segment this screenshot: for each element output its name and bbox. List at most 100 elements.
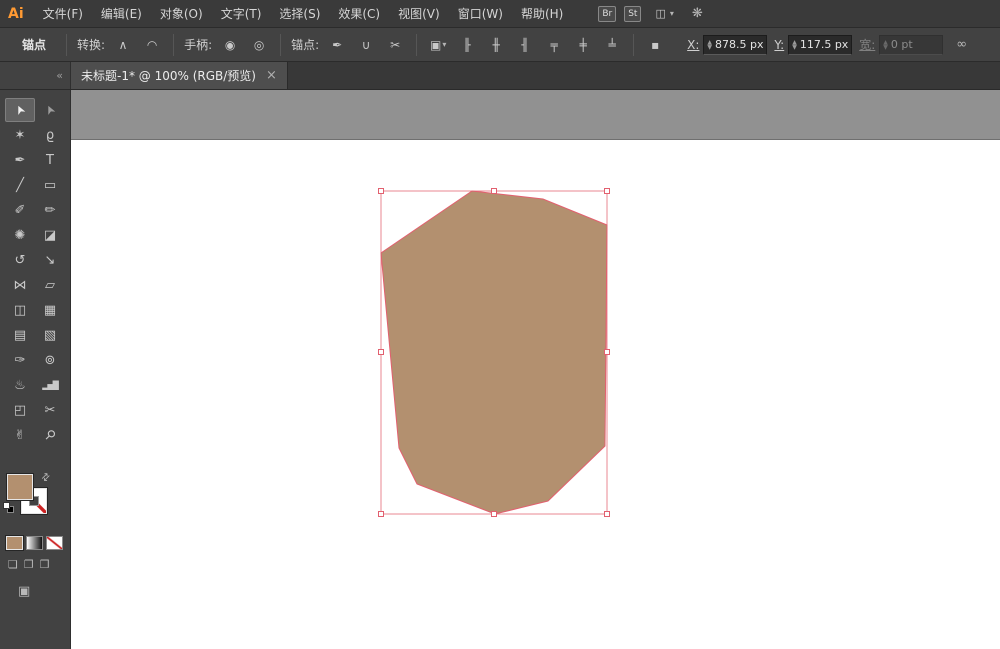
tool-direct-selection[interactable]: ➤	[35, 98, 65, 122]
convert-to-corner-button[interactable]: ∧	[112, 35, 134, 55]
tool-blob-brush[interactable]: ✺	[5, 223, 35, 247]
align-v-center-button[interactable]: ╪	[572, 35, 594, 55]
style-button[interactable]: St	[624, 5, 642, 22]
tool-shape-builder[interactable]: ◫	[5, 298, 35, 322]
tool-mesh[interactable]: ▤	[5, 323, 35, 347]
gradient-mode-button[interactable]	[26, 536, 43, 550]
align-right-button[interactable]: ╢	[514, 35, 536, 55]
close-icon[interactable]: ×	[266, 68, 277, 83]
tool-gradient[interactable]: ▧	[35, 323, 65, 347]
tool-zoom[interactable]: ⚲	[35, 423, 65, 447]
menu-effect[interactable]: 效果(C)	[329, 0, 389, 28]
align-bottom-button[interactable]: ╧	[601, 35, 623, 55]
menu-bar: Ai 文件(F) 编辑(E) 对象(O) 文字(T) 选择(S) 效果(C) 视…	[0, 0, 1000, 28]
stepper-icon[interactable]: ▲ ▼	[792, 39, 797, 50]
illustrator-window: Ai 文件(F) 编辑(E) 对象(O) 文字(T) 选择(S) 效果(C) 视…	[0, 0, 1000, 649]
stepper-icon[interactable]: ▲ ▼	[707, 39, 712, 50]
separator	[633, 33, 635, 56]
menu-window[interactable]: 窗口(W)	[449, 0, 512, 28]
tool-slice[interactable]: ✂	[35, 398, 65, 422]
convert-label: 转换:	[77, 38, 106, 52]
double-chevron-icon: «	[56, 69, 63, 82]
column-graph-tool-icon: ▂▅█	[42, 380, 59, 390]
tool-hand[interactable]: ✌	[5, 423, 35, 447]
tool-scale[interactable]: ↘	[35, 248, 65, 272]
link-dimensions-icon[interactable]: ∞	[956, 37, 967, 52]
stepper-icon: ▲ ▼	[883, 38, 888, 51]
menu-view[interactable]: 视图(V)	[389, 0, 449, 28]
color-mode-button[interactable]	[6, 536, 23, 550]
toolbar-collapse-button[interactable]: «	[0, 62, 71, 89]
anchors-label: 锚点:	[291, 38, 320, 52]
reference-point-icon[interactable]: ▪	[644, 35, 666, 55]
arrange-documents-button[interactable]: ◫ ▾	[655, 7, 673, 20]
menu-type[interactable]: 文字(T)	[212, 0, 271, 28]
menu-file[interactable]: 文件(F)	[34, 0, 92, 28]
canvas-area[interactable]	[71, 90, 1000, 649]
tool-artboard[interactable]: ◰	[5, 398, 35, 422]
tool-blend[interactable]: ⊚	[35, 348, 65, 372]
swap-fill-stroke-icon[interactable]: ⇄	[39, 471, 53, 485]
shape-svg[interactable]	[71, 90, 1000, 649]
show-handles-button[interactable]: ◉	[219, 35, 241, 55]
tool-lasso[interactable]: ϱ	[35, 123, 65, 147]
tool-line-segment[interactable]: ╱	[5, 173, 35, 197]
y-position-group: Y: ▲ ▼ 117.5 px	[774, 34, 853, 55]
y-position-value[interactable]: 117.5 px	[800, 38, 848, 51]
menu-object[interactable]: 对象(O)	[151, 0, 212, 28]
tool-column-graph[interactable]: ▂▅█	[35, 373, 65, 397]
tool-eraser[interactable]: ◪	[35, 223, 65, 247]
draw-normal-button[interactable]: ❏	[8, 558, 18, 571]
menu-help[interactable]: 帮助(H)	[512, 0, 572, 28]
width-value: 0 pt	[890, 38, 913, 51]
tool-paintbrush[interactable]: ✐	[5, 198, 35, 222]
align-options-dropdown[interactable]: ▣ ▾	[427, 35, 449, 55]
align-top-button[interactable]: ╤	[543, 35, 565, 55]
x-label[interactable]: X:	[687, 38, 699, 52]
cut-path-button[interactable]: ✂	[384, 35, 406, 55]
y-label[interactable]: Y:	[774, 38, 784, 52]
color-mode-buttons	[6, 536, 63, 550]
y-position-field[interactable]: ▲ ▼ 117.5 px	[788, 34, 853, 55]
connect-endpoints-button[interactable]: ∪	[355, 35, 377, 55]
bridge-button[interactable]: Br	[598, 5, 617, 22]
remove-anchor-button[interactable]: ✒	[326, 35, 348, 55]
tools-grid: ➤ ➤ ✶ ϱ ✒ T ╱ ▭ ✐ ✏ ✺ ◪ ↺ ↘ ⋈ ▱ ◫ ▦ ▤ ▧ …	[0, 90, 70, 447]
tool-type[interactable]: T	[35, 148, 65, 172]
tool-rotate[interactable]: ↺	[5, 248, 35, 272]
cs-live-icon[interactable]: ❋	[692, 6, 703, 21]
default-fill-stroke-icon[interactable]	[3, 502, 15, 514]
x-position-field[interactable]: ▲ ▼ 878.5 px	[703, 34, 768, 55]
tool-symbol-sprayer[interactable]: ♨	[5, 373, 35, 397]
tool-free-transform[interactable]: ▱	[35, 273, 65, 297]
tool-width[interactable]: ⋈	[5, 273, 35, 297]
arrange-documents-icon: ◫	[655, 7, 666, 20]
align-options-icon: ▣	[429, 37, 442, 52]
align-h-center-button[interactable]: ╫	[485, 35, 507, 55]
tools-panel: ➤ ➤ ✶ ϱ ✒ T ╱ ▭ ✐ ✏ ✺ ◪ ↺ ↘ ⋈ ▱ ◫ ▦ ▤ ▧ …	[0, 90, 71, 649]
tool-perspective-grid[interactable]: ▦	[35, 298, 65, 322]
separator	[416, 33, 418, 56]
screen-mode-button[interactable]: ▣	[18, 584, 30, 599]
none-mode-button[interactable]	[46, 536, 63, 550]
menu-select[interactable]: 选择(S)	[270, 0, 329, 28]
x-position-value[interactable]: 878.5 px	[715, 38, 763, 51]
handles-label: 手柄:	[184, 38, 213, 52]
tool-pen[interactable]: ✒	[5, 148, 35, 172]
convert-to-smooth-button[interactable]: ◠	[141, 35, 163, 55]
separator	[280, 33, 282, 56]
chevron-down-icon: ▾	[442, 40, 447, 49]
tool-rectangle[interactable]: ▭	[35, 173, 65, 197]
tool-magic-wand[interactable]: ✶	[5, 123, 35, 147]
tool-eyedropper[interactable]: ✑	[5, 348, 35, 372]
fill-swatch[interactable]	[7, 474, 33, 500]
draw-inside-button[interactable]: ❒	[40, 558, 50, 571]
document-tab-bar: « 未标题-1* @ 100% (RGB/预览) ×	[0, 62, 1000, 90]
draw-behind-button[interactable]: ❐	[24, 558, 34, 571]
align-left-button[interactable]: ╟	[456, 35, 478, 55]
tool-pencil[interactable]: ✏	[35, 198, 65, 222]
menu-edit[interactable]: 编辑(E)	[92, 0, 151, 28]
tool-selection[interactable]: ➤	[5, 98, 35, 122]
document-tab[interactable]: 未标题-1* @ 100% (RGB/预览) ×	[71, 62, 288, 89]
hide-handles-button[interactable]: ◎	[248, 35, 270, 55]
